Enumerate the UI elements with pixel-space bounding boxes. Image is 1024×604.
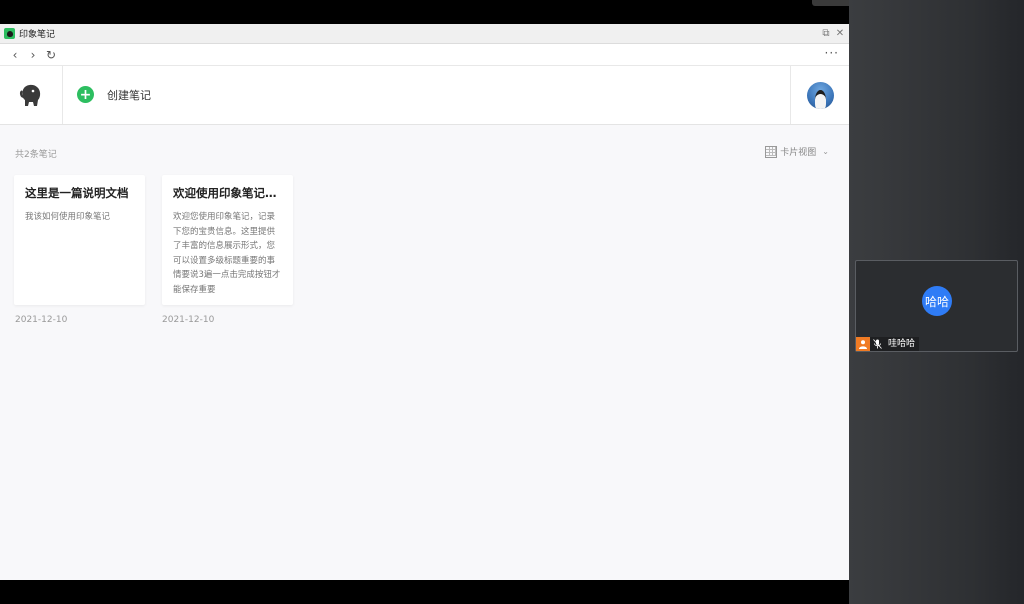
top-black-bar bbox=[0, 0, 849, 24]
participant-avatar: 哈哈 bbox=[922, 286, 952, 316]
user-avatar[interactable] bbox=[806, 81, 834, 109]
plus-icon: + bbox=[77, 86, 94, 103]
note-snippet: 我该如何使用印象笔记 bbox=[25, 212, 111, 222]
title-bar: 印象笔记 ⧉ ✕ bbox=[0, 24, 849, 44]
logo-cell[interactable] bbox=[0, 66, 63, 124]
window-controls: ⧉ ✕ bbox=[821, 27, 845, 40]
forward-arrow-icon[interactable]: › bbox=[24, 46, 42, 64]
restore-window-icon[interactable]: ⧉ bbox=[821, 27, 831, 40]
participant-info: 哇哈哈 bbox=[856, 337, 920, 351]
bottom-black-bar bbox=[0, 580, 849, 604]
host-person-icon bbox=[856, 337, 870, 351]
view-mode-toggle[interactable]: 卡片视图 ⌄ bbox=[765, 145, 829, 158]
note-list-area: 共2条笔记 卡片视图 ⌄ 这里是一篇说明文档 我该如何使用印象笔记 2021-1… bbox=[0, 125, 849, 578]
navigation-bar: ‹ › ↻ ··· bbox=[0, 44, 849, 66]
elephant-logo-icon bbox=[19, 84, 41, 106]
app-window: 印象笔记 ⧉ ✕ ‹ › ↻ ··· + 创建笔记 共2条笔记 卡片视图 ⌄ 这… bbox=[0, 24, 849, 580]
meeting-side-panel: 哈哈 哇哈哈 bbox=[849, 0, 1024, 604]
create-note-button[interactable]: + 创建笔记 bbox=[77, 86, 151, 103]
note-card[interactable]: 这里是一篇说明文档 我该如何使用印象笔记 bbox=[14, 175, 145, 305]
note-count: 共2条笔记 bbox=[15, 150, 57, 160]
chevron-down-icon: ⌄ bbox=[822, 147, 829, 156]
create-note-label: 创建笔记 bbox=[107, 88, 151, 102]
note-date: 2021-12-10 bbox=[15, 315, 68, 325]
close-window-icon[interactable]: ✕ bbox=[835, 27, 845, 40]
window-title: 印象笔记 bbox=[19, 30, 56, 40]
microphone-muted-icon bbox=[870, 337, 884, 351]
user-cell[interactable] bbox=[790, 66, 849, 124]
evernote-app-icon bbox=[4, 28, 15, 39]
participant-video-tile[interactable]: 哈哈 哇哈哈 bbox=[855, 260, 1018, 352]
screen: 印象笔记 ⧉ ✕ ‹ › ↻ ··· + 创建笔记 共2条笔记 卡片视图 ⌄ 这… bbox=[0, 0, 1024, 604]
refresh-icon[interactable]: ↻ bbox=[42, 46, 60, 64]
view-mode-label: 卡片视图 bbox=[780, 148, 817, 158]
app-header: + 创建笔记 bbox=[0, 66, 849, 125]
note-title: 欢迎使用印象笔记… bbox=[173, 186, 277, 200]
note-title: 这里是一篇说明文档 bbox=[25, 186, 129, 200]
note-card[interactable]: 欢迎使用印象笔记… 欢迎您使用印象笔记，记录下您的宝贵信息。这里提供了丰富的信息… bbox=[162, 175, 293, 305]
more-options-icon[interactable]: ··· bbox=[825, 46, 839, 60]
grid-view-icon bbox=[765, 145, 778, 158]
note-date: 2021-12-10 bbox=[162, 315, 215, 325]
note-snippet: 欢迎您使用印象笔记，记录下您的宝贵信息。这里提供了丰富的信息展示形式，您可以设置… bbox=[173, 212, 281, 295]
participant-name: 哇哈哈 bbox=[884, 337, 920, 351]
back-arrow-icon[interactable]: ‹ bbox=[6, 46, 24, 64]
